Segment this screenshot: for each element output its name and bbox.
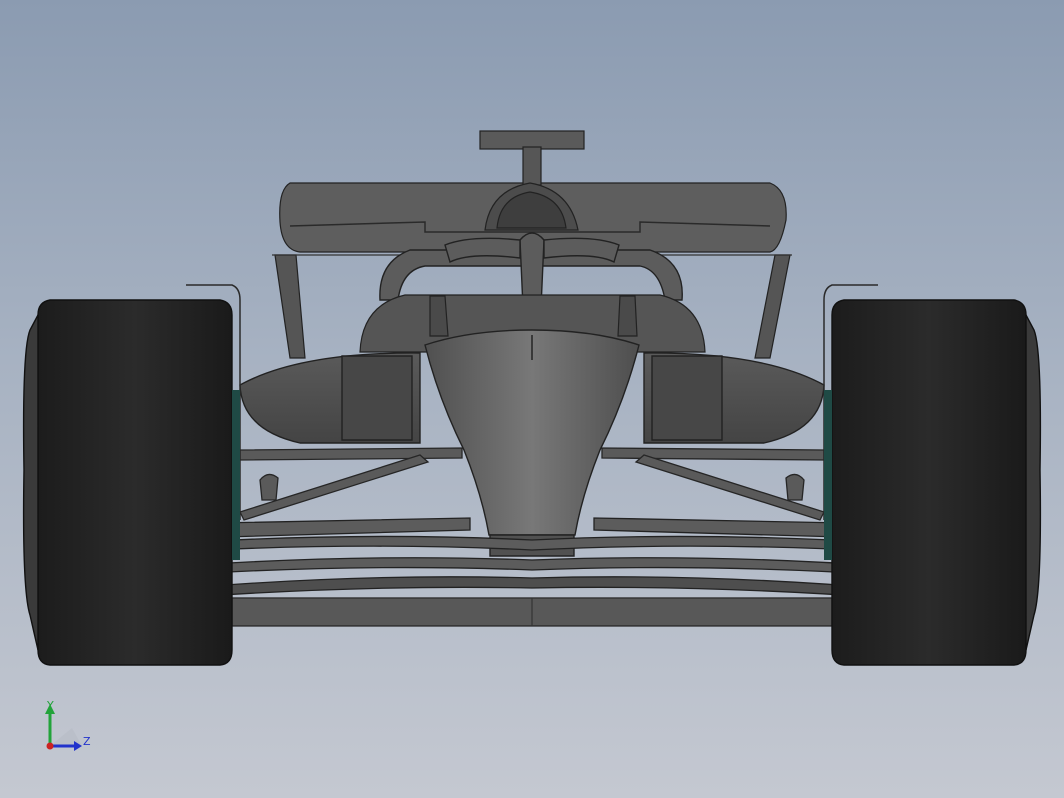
roll-hoop-camera — [479, 130, 585, 186]
car-model[interactable] — [0, 0, 1064, 798]
floor — [231, 597, 833, 627]
graphics-viewport[interactable]: Y Z — [0, 0, 1064, 798]
reference-triad: Y Z — [38, 698, 98, 758]
triad-z-label: Z — [83, 735, 91, 748]
triad-y-label: Y — [47, 699, 54, 712]
